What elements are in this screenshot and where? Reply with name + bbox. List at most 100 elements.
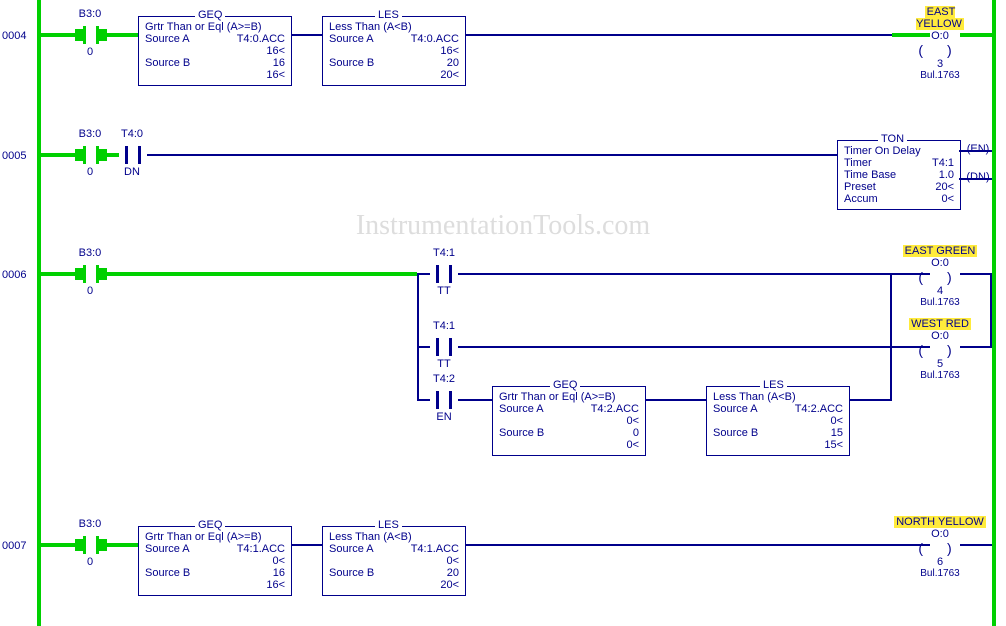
rung-number: 0004 [2,30,26,42]
contact-address: B3:0 [70,247,110,259]
wire [892,346,930,348]
block-param: T4:0.ACC [411,33,459,45]
block-value: 15 [831,427,843,439]
block-value: 20< [440,579,459,591]
wire [41,33,77,37]
contact-xic [77,26,105,44]
output-addr: O:0 [900,330,980,342]
block-param: Source B [145,567,190,579]
block-param: Source B [329,57,374,69]
output-coil: WEST RED O:0 ( ) 5 Bul.1763 [900,318,980,381]
block-value: 0< [941,193,954,205]
block-value: 0< [272,555,285,567]
block-value: 20< [440,69,459,81]
contact-bit: TT [424,358,464,370]
contact-address: T4:0 [112,128,152,140]
geq-block: Grtr Than or Eql (A>=B) Source AT4:1.ACC… [138,526,292,596]
wire [292,544,322,546]
block-param: T4:2.ACC [591,403,639,415]
wire [960,273,992,275]
block-param: Source A [713,403,758,415]
wire [646,399,706,401]
wire [960,33,992,37]
output-coil: EAST GREEN O:0 ( ) 4 Bul.1763 [900,245,980,308]
block-param: Grtr Than or Eql (A>=B) [145,531,262,543]
geq-block: Grtr Than or Eql (A>=B) Source AT4:0.ACC… [138,16,292,86]
dn-output: (DN) [960,171,996,183]
contact-xic [77,146,105,164]
output-name: WEST RED [909,318,971,330]
contact-address: B3:0 [70,8,110,20]
block-param: Grtr Than or Eql (A>=B) [499,391,616,403]
wire [417,399,430,401]
wire [960,544,992,546]
wire [41,543,77,547]
coil-icon: ( ) [900,269,980,285]
output-bit: 6 [890,556,990,568]
wire [850,399,892,401]
coil-icon: ( ) [890,540,990,556]
ton-block: Timer On Delay TimerT4:1 Time Base1.0 Pr… [837,140,961,210]
block-title: GEQ [195,519,225,531]
branch [417,273,419,399]
output-bit: 5 [900,358,980,370]
block-value: 16 [273,567,285,579]
contact-bit: DN [112,166,152,178]
wire [292,34,322,36]
contact-address: B3:0 [70,128,110,140]
rung-number: 0006 [2,269,26,281]
output-module: Bul.1763 [900,70,980,81]
wire [417,346,430,348]
contact-xic [77,265,105,283]
wire [458,399,492,401]
output-addr: O:0 [900,257,980,269]
block-title: LES [375,9,402,21]
block-param: Source A [329,543,374,555]
wire [105,543,138,547]
block-param: Less Than (A<B) [713,391,796,403]
contact-bit: 0 [70,285,110,297]
block-title: TON [878,133,907,145]
block-param: Less Than (A<B) [329,531,412,543]
contact-xic [430,338,458,356]
block-value: 20 [447,567,459,579]
output-coil: EAST YELLOW O:0 ( ) 3 Bul.1763 [900,6,980,81]
wire [458,273,892,275]
block-value: 0< [446,555,459,567]
branch [890,346,892,399]
right-power-rail [992,0,996,626]
block-param: Source B [145,57,190,69]
output-bit: 3 [900,58,980,70]
rung-number: 0005 [2,150,26,162]
block-title: GEQ [550,379,580,391]
contact-bit: EN [424,411,464,423]
en-output: (EN) [960,143,996,155]
block-value: 20 [447,57,459,69]
block-value: 0< [830,415,843,427]
rung-number: 0007 [2,540,26,552]
output-coil: NORTH YELLOW O:0 ( ) 6 Bul.1763 [890,516,990,579]
block-value: 16< [440,45,459,57]
block-value: 0< [626,439,639,451]
block-param: Source B [499,427,544,439]
watermark: InstrumentationTools.com [0,210,1006,242]
block-param: Source A [145,33,190,45]
contact-bit: TT [424,285,464,297]
block-param: Source A [329,33,374,45]
block-title: GEQ [195,9,225,21]
wire [458,346,892,348]
wire [105,33,138,37]
les-block: Less Than (A<B) Source AT4:0.ACC 16< Sou… [322,16,466,86]
coil-icon: ( ) [900,342,980,358]
contact-xic [119,146,147,164]
branch [890,273,892,346]
output-module: Bul.1763 [900,370,980,381]
block-value: 16< [266,45,285,57]
geq-block: Grtr Than or Eql (A>=B) Source AT4:2.ACC… [492,386,646,456]
block-value: T4:1.ACC [411,543,459,555]
block-value: 16< [266,579,285,591]
block-value: T4:2.ACC [795,403,843,415]
block-value: 0< [626,415,639,427]
output-bit: 4 [900,285,980,297]
wire [892,544,930,546]
